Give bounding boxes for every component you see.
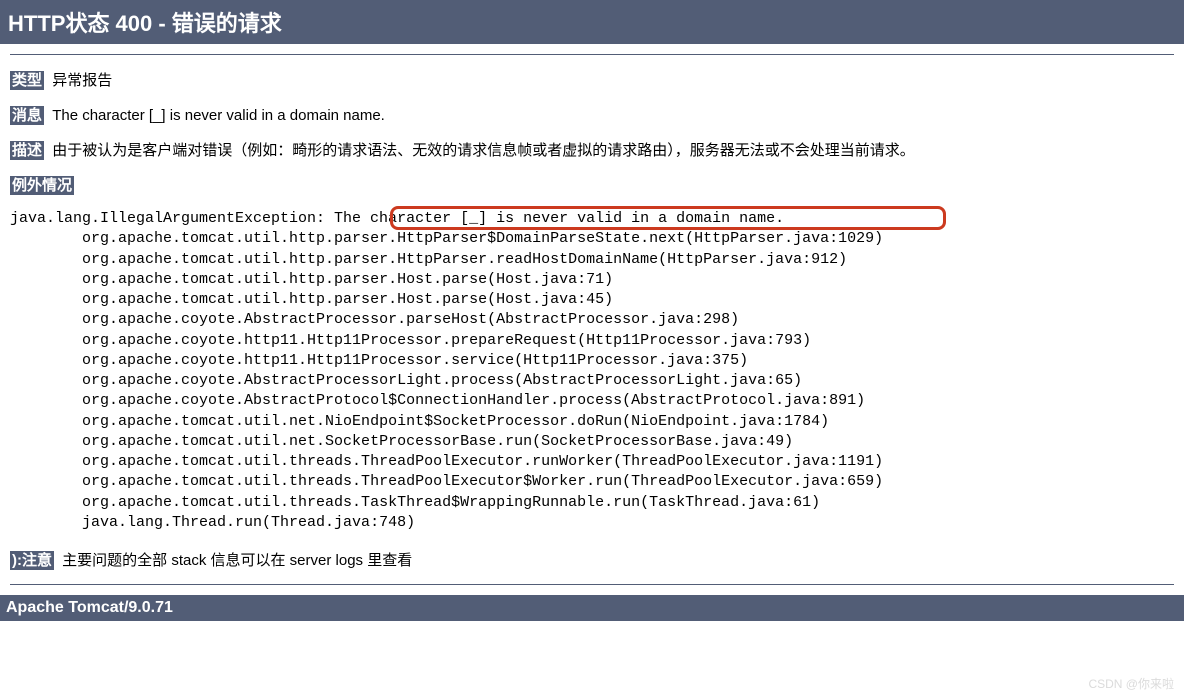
type-row: 类型 异常报告 — [10, 69, 1174, 90]
stacktrace-line-0: java.lang.IllegalArgumentException: The … — [10, 210, 784, 227]
exception-label: 例外情况 — [10, 176, 74, 195]
divider-top — [10, 54, 1174, 55]
page-title: HTTP状态 400 - 错误的请求 — [8, 11, 282, 36]
stacktrace-line-14: org.apache.tomcat.util.threads.TaskThrea… — [82, 494, 820, 511]
stacktrace-line-13: org.apache.tomcat.util.threads.ThreadPoo… — [82, 473, 883, 490]
message-value: The character [_] is never valid in a do… — [52, 107, 385, 124]
description-label: 描述 — [10, 141, 44, 160]
note-label: ):注意 — [10, 551, 54, 570]
page-title-bar: HTTP状态 400 - 错误的请求 — [0, 0, 1184, 44]
stacktrace-line-6: org.apache.coyote.http11.Http11Processor… — [82, 332, 811, 349]
stacktrace-block: java.lang.IllegalArgumentException: The … — [10, 209, 1174, 533]
description-value: 由于被认为是客户端对错误（例如：畸形的请求语法、无效的请求信息帧或者虚拟的请求路… — [52, 142, 915, 159]
stacktrace-line-1: org.apache.tomcat.util.http.parser.HttpP… — [82, 230, 883, 247]
note-row: ):注意 主要问题的全部 stack 信息可以在 server logs 里查看 — [10, 549, 1174, 570]
server-name: Apache Tomcat/9.0.71 — [6, 599, 173, 616]
stacktrace-line-8: org.apache.coyote.AbstractProcessorLight… — [82, 372, 802, 389]
stacktrace-line-15: java.lang.Thread.run(Thread.java:748) — [82, 514, 415, 531]
stacktrace-line-7: org.apache.coyote.http11.Http11Processor… — [82, 352, 748, 369]
divider-bottom — [10, 584, 1174, 585]
type-label: 类型 — [10, 71, 44, 90]
exception-row: 例外情况 — [10, 174, 1174, 195]
stacktrace-line-3: org.apache.tomcat.util.http.parser.Host.… — [82, 271, 613, 288]
stacktrace-line-4: org.apache.tomcat.util.http.parser.Host.… — [82, 291, 613, 308]
server-footer: Apache Tomcat/9.0.71 — [0, 595, 1184, 621]
stacktrace-line-2: org.apache.tomcat.util.http.parser.HttpP… — [82, 251, 847, 268]
stacktrace-line-5: org.apache.coyote.AbstractProcessor.pars… — [82, 311, 739, 328]
stacktrace-line-10: org.apache.tomcat.util.net.NioEndpoint$S… — [82, 413, 829, 430]
stacktrace-line-12: org.apache.tomcat.util.threads.ThreadPoo… — [82, 453, 883, 470]
message-label: 消息 — [10, 106, 44, 125]
description-row: 描述 由于被认为是客户端对错误（例如：畸形的请求语法、无效的请求信息帧或者虚拟的… — [10, 139, 1174, 160]
stacktrace-line-9: org.apache.coyote.AbstractProtocol$Conne… — [82, 392, 865, 409]
stacktrace-line-11: org.apache.tomcat.util.net.SocketProcess… — [82, 433, 793, 450]
watermark: CSDN @你来啦 — [1088, 675, 1174, 692]
type-value: 异常报告 — [52, 72, 112, 89]
content-area: 类型 异常报告 消息 The character [_] is never va… — [0, 69, 1184, 570]
note-value: 主要问题的全部 stack 信息可以在 server logs 里查看 — [62, 552, 412, 569]
message-row: 消息 The character [_] is never valid in a… — [10, 104, 1174, 125]
